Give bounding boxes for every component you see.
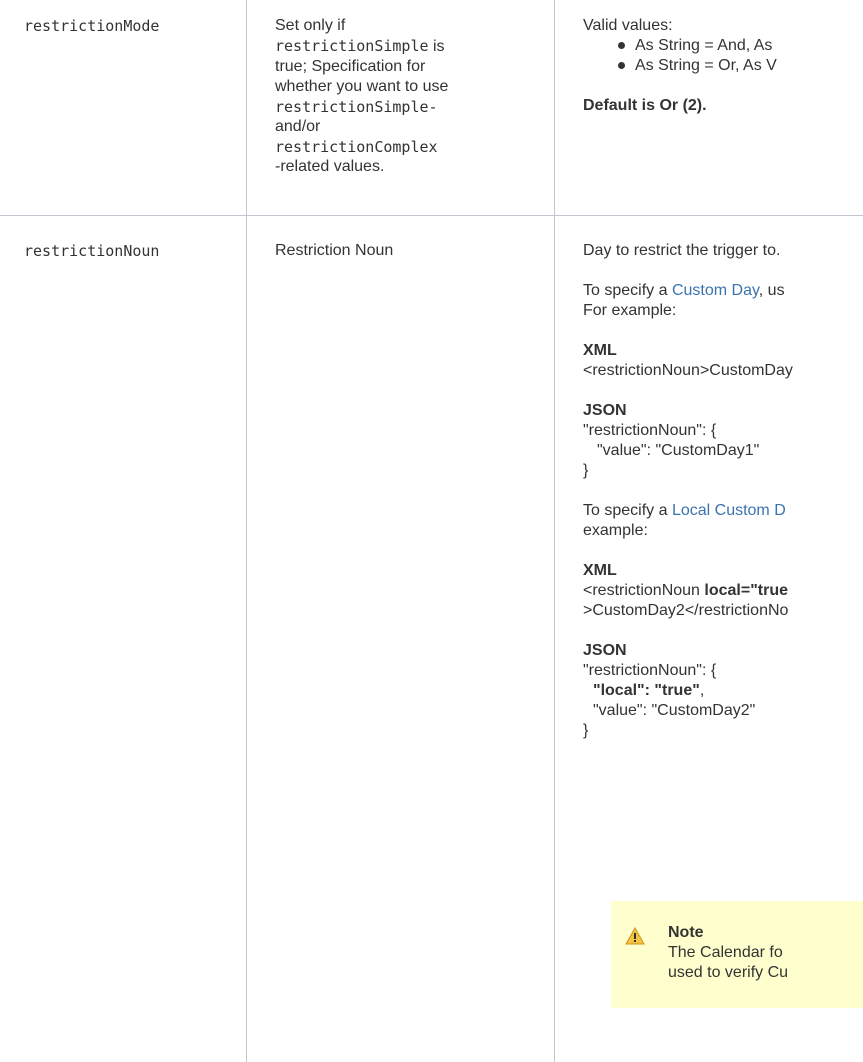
column-divider-1 [246,0,247,1062]
json-label: JSON [583,402,627,419]
note-text-line1: The Calendar fo [668,944,783,961]
row-divider [0,215,863,216]
local-custom-day-link[interactable]: Local Custom D [672,502,786,519]
list-item: As String = Or, As V [618,56,863,76]
json-label: JSON [583,642,627,659]
list-item: As String = And, As [618,36,863,56]
valid-values-label: Valid values: [583,17,673,34]
note-title: Note [668,924,704,941]
note-text-line2: used to verify Cu [668,964,789,981]
param-name-restriction-mode: restrictionMode [24,17,160,35]
restriction-mode-description: Set only if restrictionSimple is true; S… [275,17,449,175]
column-divider-2 [554,0,555,1062]
default-value: Default is Or (2). [583,97,707,114]
warning-icon [625,926,645,945]
custom-day-link[interactable]: Custom Day [672,282,759,299]
restriction-mode-values: Valid values: As String = And, As As Str… [583,16,863,116]
valid-values-list: As String = And, As As String = Or, As V [583,36,863,76]
restriction-noun-description: Restriction Noun [275,242,394,259]
note-panel: Note The Calendar fo used to verify Cu [611,901,863,1008]
xml-label: XML [583,562,617,579]
param-name-restriction-noun: restrictionNoun [24,242,160,260]
xml-label: XML [583,342,617,359]
restriction-noun-details: Day to restrict the trigger to. To speci… [583,241,863,741]
xml-example: <restrictionNoun>CustomDay [583,362,793,379]
